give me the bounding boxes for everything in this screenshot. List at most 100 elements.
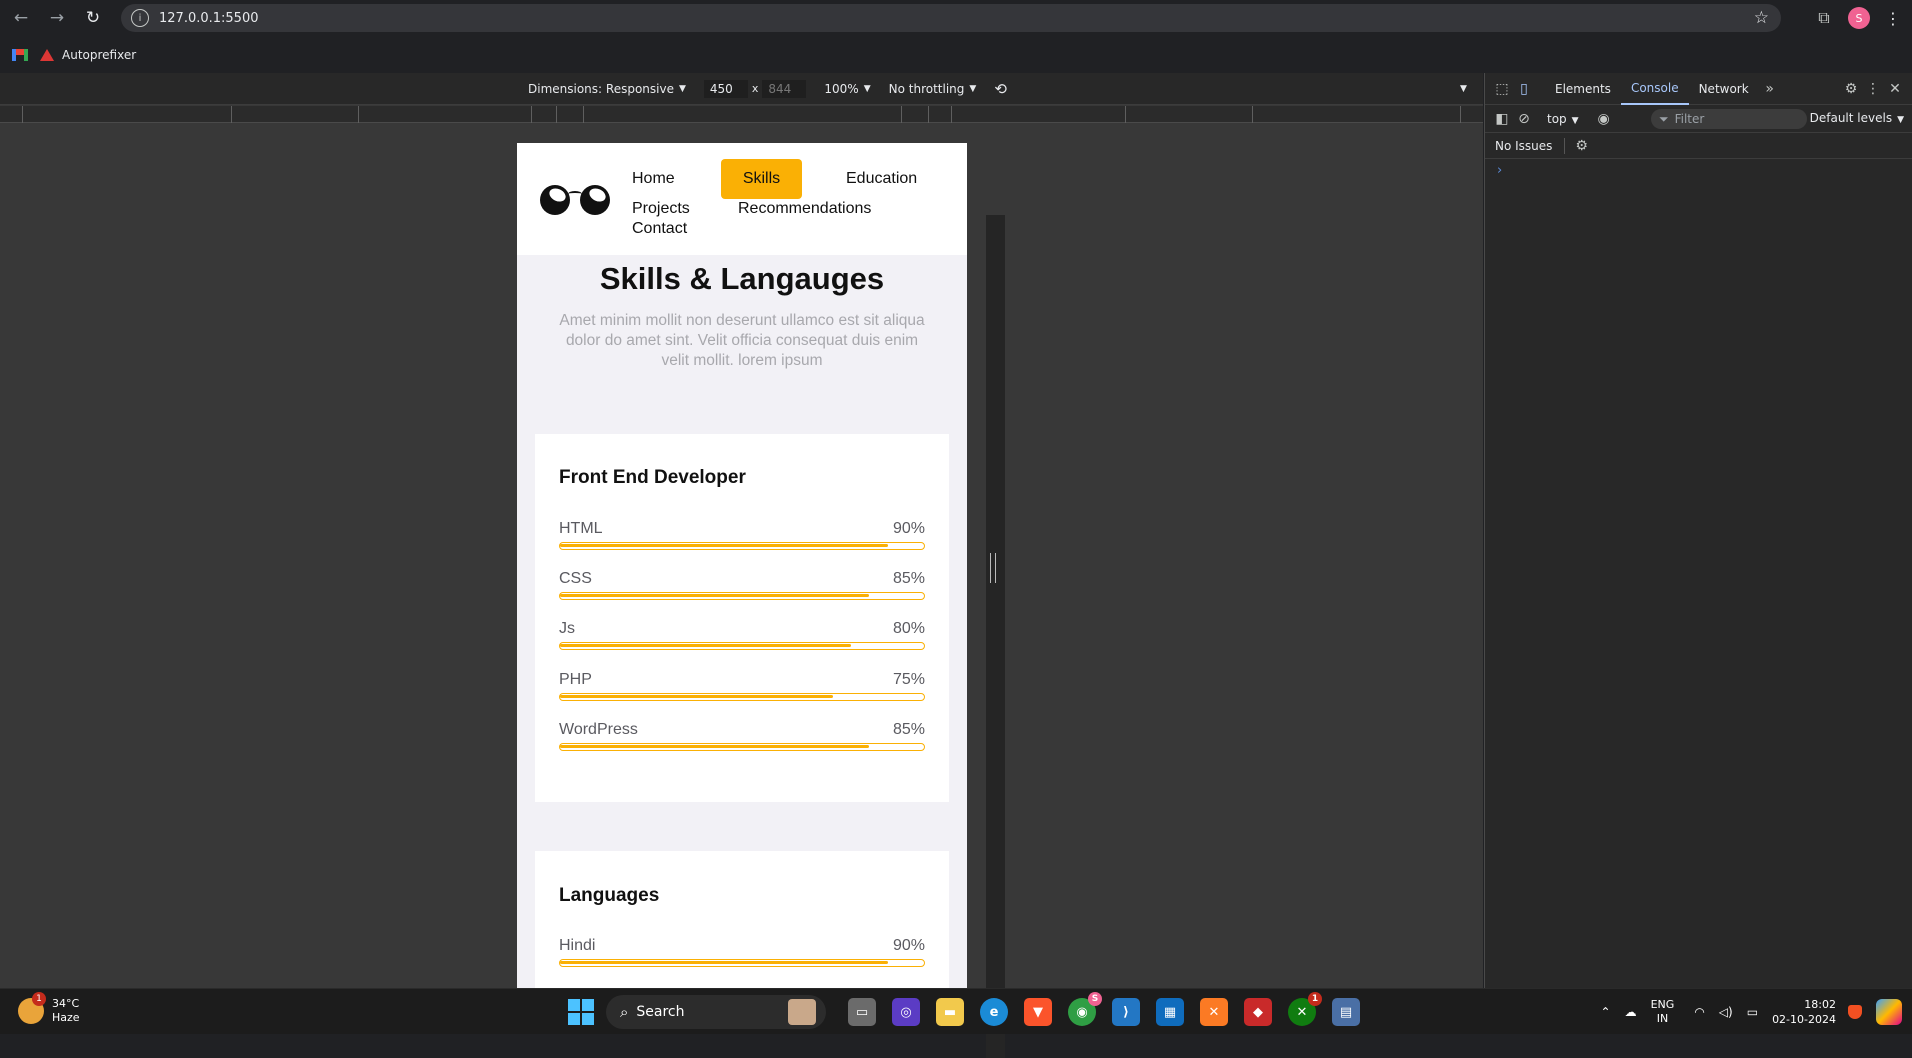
devtools-menu-icon[interactable]: ⋮ bbox=[1862, 78, 1884, 100]
weather-badge: 1 bbox=[32, 992, 46, 1006]
tab-elements[interactable]: Elements bbox=[1545, 73, 1621, 105]
xbox-icon[interactable]: ✕ 1 bbox=[1288, 992, 1322, 1026]
section-subtitle: Amet minim mollit non deserunt ullamco e… bbox=[559, 312, 925, 369]
search-highlight-image bbox=[788, 999, 816, 1025]
resize-handle-bar[interactable] bbox=[986, 215, 1005, 1058]
app-icon-red[interactable]: ◆ bbox=[1244, 998, 1272, 1026]
bookmark-label: Autoprefixer bbox=[62, 47, 137, 62]
skills-card: Front End Developer HTML 90% CSS 85% Js 80%… bbox=[535, 434, 949, 802]
console-toolbar: ◧ ⊘ top ▼ ◉ ⏷ Filter Default levels ▼ bbox=[1485, 105, 1912, 133]
context-selector[interactable]: top ▼ bbox=[1547, 112, 1579, 126]
tab-console[interactable]: Console bbox=[1620, 73, 1689, 105]
sidebar-toggle-icon[interactable]: ◧ bbox=[1491, 108, 1513, 130]
more-tabs-icon[interactable]: » bbox=[1759, 78, 1781, 100]
nav-projects[interactable]: Projects bbox=[632, 200, 690, 218]
devtools-panel: ⬚ ▯ Elements Console Network » ⚙ ⋮ ✕ ◧ ⊘… bbox=[1484, 73, 1912, 988]
file-explorer-icon[interactable]: ▬ bbox=[936, 998, 964, 1026]
reload-icon[interactable]: ↻ bbox=[78, 3, 108, 33]
skill-name: WordPress bbox=[559, 721, 638, 738]
taskbar-search[interactable]: ⌕ Search bbox=[606, 995, 826, 1029]
bookmark-autoprefixer[interactable]: Autoprefixer bbox=[40, 48, 136, 62]
emulated-page: Home Skills Education Projects Recommend… bbox=[517, 143, 967, 988]
copilot-icon[interactable] bbox=[1876, 999, 1902, 1025]
progress-fill bbox=[560, 745, 870, 748]
zoom-dropdown[interactable]: 100% ▼ bbox=[824, 82, 870, 96]
weather-widget[interactable]: 1 34°C Haze bbox=[18, 992, 80, 1025]
brave-icon[interactable]: ▼ bbox=[1024, 998, 1052, 1026]
card-title: Front End Developer bbox=[559, 467, 746, 488]
resize-grip-icon[interactable] bbox=[990, 553, 996, 583]
progress-bar bbox=[559, 642, 925, 650]
task-view-icon[interactable]: ▭ bbox=[848, 998, 876, 1026]
wifi-icon[interactable]: ◠ bbox=[1694, 1005, 1704, 1019]
show-hidden-icons-chevron-icon[interactable]: ⌃ bbox=[1601, 1005, 1611, 1019]
nav-skills[interactable]: Skills bbox=[721, 159, 802, 199]
section-title: Skills & Langauges bbox=[599, 261, 885, 296]
close-icon[interactable]: ✕ bbox=[1884, 78, 1906, 100]
address-bar[interactable]: i 127.0.0.1:5500 ☆ bbox=[121, 4, 1781, 32]
back-icon[interactable]: ← bbox=[6, 3, 36, 33]
vscode-icon[interactable]: ⟩ bbox=[1112, 998, 1140, 1026]
dimensions-dropdown[interactable]: Dimensions: Responsive ▼ bbox=[528, 82, 686, 96]
width-input[interactable]: 450 bbox=[703, 79, 748, 98]
nav-recommendations[interactable]: Recommendations bbox=[738, 200, 871, 218]
edge-icon[interactable]: e bbox=[980, 998, 1008, 1026]
clock[interactable]: 18:02 02-10-2024 bbox=[1772, 997, 1836, 1027]
gmail-icon[interactable] bbox=[12, 48, 28, 61]
browser-menu-icon[interactable]: ⋮ bbox=[1884, 9, 1902, 28]
progress-fill bbox=[560, 961, 888, 964]
skill-name: CSS bbox=[559, 570, 592, 587]
media-query-ruler[interactable] bbox=[0, 106, 1483, 123]
language-indicator[interactable]: ENG IN bbox=[1651, 998, 1675, 1026]
weather-haze-icon: 1 bbox=[18, 992, 46, 1024]
settings-gear-icon[interactable]: ⚙ bbox=[1840, 78, 1862, 100]
nav-education[interactable]: Education bbox=[846, 170, 917, 188]
chrome-icon[interactable]: ◉ S bbox=[1068, 992, 1102, 1026]
glasses-logo-icon[interactable] bbox=[540, 183, 610, 217]
console-settings-icon[interactable]: ⚙ bbox=[1564, 137, 1588, 154]
profile-avatar[interactable]: S bbox=[1848, 7, 1870, 29]
xampp-icon[interactable]: ✕ bbox=[1200, 998, 1228, 1026]
more-options-caret-icon[interactable]: ▼ bbox=[1460, 84, 1467, 94]
throttling-dropdown[interactable]: No throttling ▼ bbox=[889, 82, 977, 96]
clear-console-icon[interactable]: ⊘ bbox=[1513, 108, 1535, 130]
skill-percent: 90% bbox=[892, 937, 925, 954]
battery-icon[interactable]: ▭ bbox=[1747, 1005, 1758, 1019]
nav-contact[interactable]: Contact bbox=[632, 220, 687, 238]
browser-toolbar: ← → ↻ i 127.0.0.1:5500 ☆ ⧉ S ⋮ bbox=[0, 0, 1912, 36]
issues-bar: No Issues ⚙ bbox=[1485, 133, 1912, 159]
windows-start-icon[interactable] bbox=[568, 999, 594, 1025]
lang-line1: ENG bbox=[1650, 998, 1675, 1011]
forward-icon[interactable]: → bbox=[42, 3, 72, 33]
device-toggle-icon[interactable]: ▯ bbox=[1513, 78, 1535, 100]
tab-network[interactable]: Network bbox=[1689, 73, 1759, 105]
calculator-icon[interactable]: ▤ bbox=[1332, 998, 1360, 1026]
inspect-element-icon[interactable]: ⬚ bbox=[1491, 78, 1513, 100]
context-label: top bbox=[1547, 111, 1567, 126]
filter-input[interactable]: ⏷ Filter bbox=[1651, 109, 1807, 129]
rotate-icon[interactable]: ⟲ bbox=[994, 80, 1007, 98]
notification-bell-icon[interactable] bbox=[1848, 1005, 1862, 1019]
dimensions-label: Dimensions: Responsive bbox=[528, 81, 674, 96]
site-info-icon[interactable]: i bbox=[131, 9, 149, 27]
issues-text[interactable]: No Issues bbox=[1495, 139, 1552, 153]
toolbar-right: ⧉ S ⋮ bbox=[1810, 4, 1912, 32]
skill-percent: 90% bbox=[892, 520, 925, 537]
caret-down-icon: ▼ bbox=[678, 83, 686, 94]
skill-name: Js bbox=[559, 620, 575, 637]
url-text[interactable]: 127.0.0.1:5500 bbox=[159, 11, 259, 26]
store-icon[interactable]: ▦ bbox=[1156, 998, 1184, 1026]
onedrive-icon[interactable]: ☁ bbox=[1625, 1005, 1637, 1019]
log-levels-dropdown[interactable]: Default levels ▼ bbox=[1810, 111, 1904, 125]
volume-icon[interactable]: ◁) bbox=[1719, 1005, 1733, 1019]
app-icon-purple[interactable]: ◎ bbox=[892, 998, 920, 1026]
progress-bar bbox=[559, 743, 925, 751]
bookmark-star-icon[interactable]: ☆ bbox=[1754, 8, 1769, 28]
skill-name: HTML bbox=[559, 520, 603, 537]
extensions-icon[interactable]: ⧉ bbox=[1810, 4, 1838, 32]
height-input[interactable]: 844 bbox=[762, 79, 807, 98]
card-title: Languages bbox=[559, 885, 660, 906]
nav-home[interactable]: Home bbox=[632, 170, 675, 188]
console-prompt[interactable]: › bbox=[1485, 159, 1912, 178]
live-expression-eye-icon[interactable]: ◉ bbox=[1593, 108, 1615, 130]
